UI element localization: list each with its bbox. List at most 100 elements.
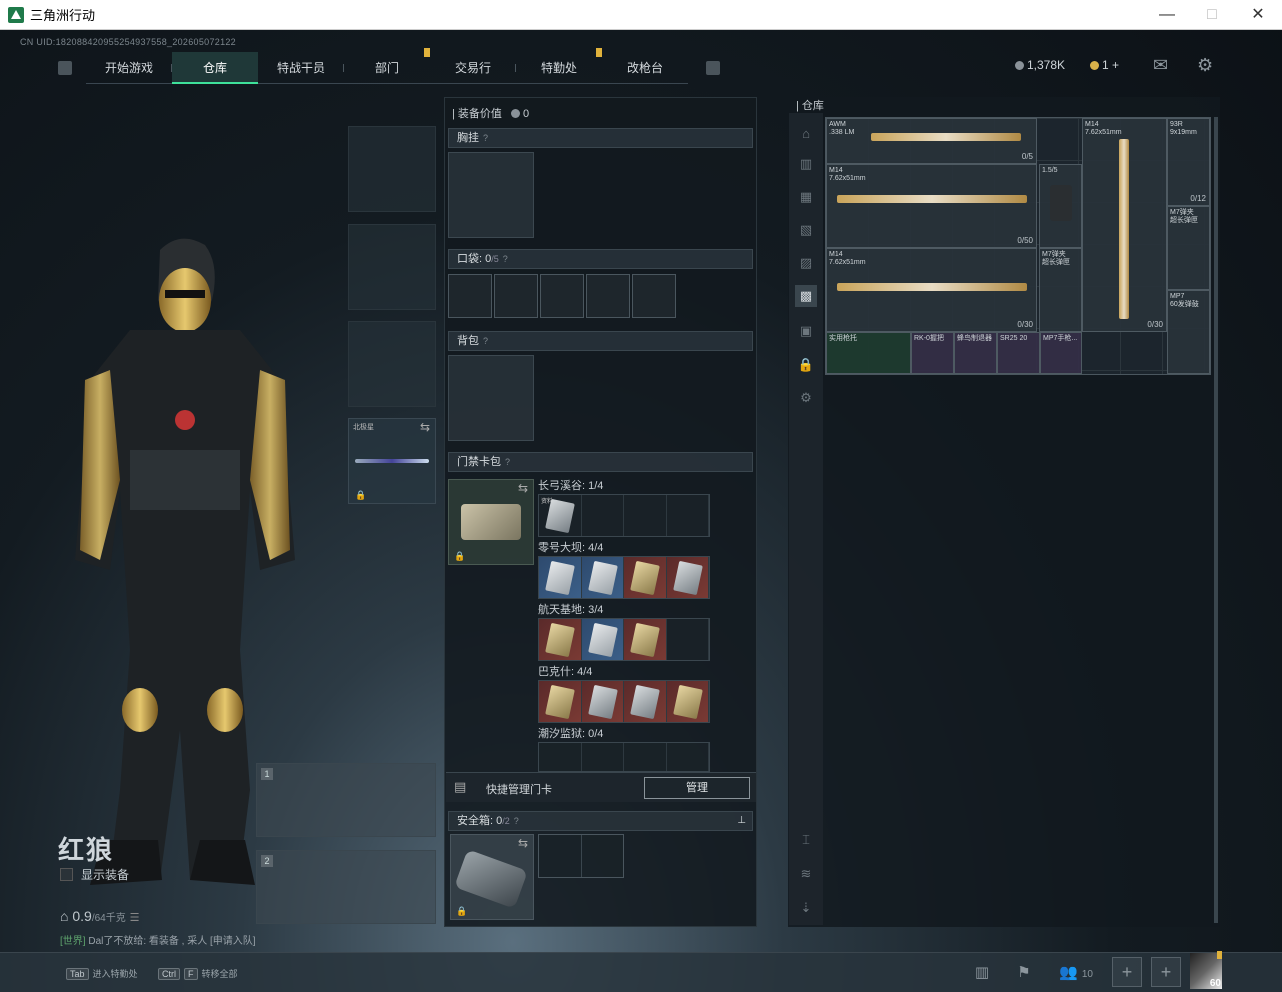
safe-box-slot[interactable]: ⇆ 🔒 [450, 834, 534, 920]
layers-icon[interactable]: ≋ [795, 863, 817, 885]
item-scope[interactable]: 1.5/5 [1039, 164, 1082, 248]
nav-next-icon[interactable] [706, 61, 720, 75]
settings-gear-icon[interactable]: ⚙ [1197, 55, 1213, 76]
transfer-icon[interactable]: ⇣ [795, 897, 817, 919]
flag-icon[interactable]: ⚑ [1010, 961, 1038, 985]
item-m14-vertical[interactable]: M14 7.62x51mm 0/30 [1082, 118, 1167, 332]
settings-icon[interactable]: ⚙ [795, 387, 817, 409]
hint-enter-special-ops[interactable]: Tab 进入特勤处 [66, 967, 138, 980]
keycard-slot[interactable] [667, 495, 709, 536]
helmet-slot[interactable] [348, 126, 436, 212]
item-mp7-part[interactable]: MP7手枪... [1040, 332, 1082, 374]
armor-slot[interactable] [348, 224, 436, 310]
keycard-slot[interactable] [581, 557, 624, 598]
invite-slot-2[interactable]: + [1151, 957, 1181, 987]
keycard-slot[interactable] [581, 619, 624, 660]
safe-box-contents[interactable] [538, 834, 624, 878]
help-icon[interactable]: ? [503, 254, 508, 264]
keycard-slot[interactable] [582, 495, 624, 536]
keycard-slot[interactable]: 资料 [539, 495, 582, 536]
stats-icon[interactable]: ▥ [968, 961, 996, 985]
minimize-button[interactable]: — [1144, 0, 1190, 30]
add-currency-button[interactable]: + [1112, 58, 1119, 72]
show-equipment-toggle[interactable]: 显示装备 [60, 866, 129, 883]
keycard-slot[interactable] [624, 743, 667, 771]
hint-transfer-all[interactable]: Ctrl F 转移全部 [158, 967, 238, 980]
help-icon[interactable]: ? [505, 457, 510, 467]
manage-button[interactable]: 管理 [644, 777, 750, 799]
swap-icon[interactable]: ⇆ [518, 836, 528, 850]
warehouse-scrollbar[interactable] [1214, 117, 1218, 923]
tab-department[interactable]: 部门 [344, 48, 430, 84]
maximize-button[interactable]: □ [1189, 0, 1235, 30]
pocket-slot-4[interactable] [586, 274, 630, 318]
item-mag[interactable]: M7弹夹 超长弹匣 [1167, 206, 1210, 290]
item-muzzle[interactable]: 蜂鸟制退器 [954, 332, 997, 374]
friends-button[interactable]: 👥 10 [1056, 961, 1096, 985]
primary-weapon-slot-1[interactable]: 1 [256, 763, 436, 837]
help-icon[interactable]: ? [514, 816, 519, 826]
keycard-slot[interactable] [624, 619, 667, 660]
pocket-slot-5[interactable] [632, 274, 676, 318]
pocket-slot-3[interactable] [540, 274, 584, 318]
item-m14[interactable]: M14 7.62x51mm 0/50 [826, 164, 1037, 248]
close-button[interactable]: ✕ [1235, 0, 1281, 30]
primary-weapon-slot-2[interactable]: 2 [256, 850, 436, 924]
keycard-case-slot[interactable]: ⇆ 🔒 [448, 479, 534, 565]
invite-slot-1[interactable]: + [1112, 957, 1142, 987]
checkbox-icon[interactable] [60, 868, 73, 881]
category-icon[interactable]: ▥ [795, 153, 817, 175]
tab-gunsmith[interactable]: 改枪台 [602, 52, 688, 84]
help-icon[interactable]: ? [483, 133, 488, 143]
tab-warehouse[interactable]: 仓库 [172, 52, 258, 84]
keycard-slot[interactable] [539, 619, 582, 660]
keycard-slot[interactable] [666, 557, 709, 598]
tab-start-game[interactable]: 开始游戏 [86, 52, 172, 84]
item-m14[interactable]: M14 7.62x51mm 0/30 [826, 248, 1037, 332]
melee-slot[interactable]: 北极星 ⇆ 🔒 [348, 418, 436, 504]
item-grip[interactable]: RK-0握把 [911, 332, 954, 374]
keycard-slot[interactable] [624, 495, 667, 536]
item-stock[interactable]: 实用枪托 [826, 332, 911, 374]
category-icon[interactable]: ▨ [795, 252, 817, 274]
backpack-slot[interactable] [448, 355, 534, 441]
keycard-slot[interactable] [581, 681, 624, 722]
lock-icon[interactable]: 🔒 [795, 354, 817, 376]
tab-operators[interactable]: 特战干员 [258, 52, 344, 84]
weapons-category-icon[interactable]: ▩ [795, 285, 817, 307]
category-icon[interactable]: ▦ [795, 186, 817, 208]
help-icon[interactable]: ? [483, 336, 488, 346]
chat-line[interactable]: [世界] Dal了不放给: 看装备 , 采人 [申请入队] [60, 932, 256, 947]
swap-icon[interactable]: ⇆ [420, 420, 430, 434]
item-sr25-mag[interactable]: SR25 20 [997, 332, 1040, 374]
sort-icon[interactable]: ⌶ [795, 829, 817, 851]
player-avatar[interactable]: 60 [1190, 951, 1222, 989]
tab-trading[interactable]: 交易行 [430, 52, 516, 84]
chest-rig-slot[interactable] [448, 152, 534, 238]
tab-special-ops[interactable]: 特勤处 [516, 48, 602, 84]
mail-icon[interactable]: ✉ [1153, 55, 1168, 76]
nav-prev-icon[interactable] [58, 61, 72, 75]
pistol-slot[interactable] [348, 321, 436, 407]
keycard-slot[interactable] [539, 743, 582, 771]
pin-icon[interactable]: ⊥ [737, 812, 746, 830]
category-icon[interactable]: ▣ [795, 320, 817, 342]
keycard-slot[interactable] [666, 681, 709, 722]
list-icon[interactable]: ☰ [130, 912, 140, 924]
keycard-slot[interactable] [667, 619, 709, 660]
all-items-icon[interactable]: ⌂ [795, 123, 817, 145]
item-mag[interactable]: M7弹夹 超长弹匣 [1039, 248, 1082, 332]
pocket-slot-1[interactable] [448, 274, 492, 318]
category-icon[interactable]: ▧ [795, 219, 817, 241]
item-93r[interactable]: 93R 9x19mm 0/12 [1167, 118, 1210, 206]
keycard-slot[interactable] [539, 681, 582, 722]
pocket-slot-2[interactable] [494, 274, 538, 318]
keycard-slot[interactable] [624, 681, 667, 722]
item-mp7-drum[interactable]: MP7 60发弹鼓 [1167, 290, 1210, 374]
keycard-slot[interactable] [539, 557, 582, 598]
keycard-slot[interactable] [667, 743, 709, 771]
swap-icon[interactable]: ⇆ [518, 481, 528, 495]
item-awm[interactable]: AWM .338 LM 0/5 [826, 118, 1037, 164]
keycard-slot[interactable] [582, 743, 624, 771]
keycard-slot[interactable] [624, 557, 667, 598]
